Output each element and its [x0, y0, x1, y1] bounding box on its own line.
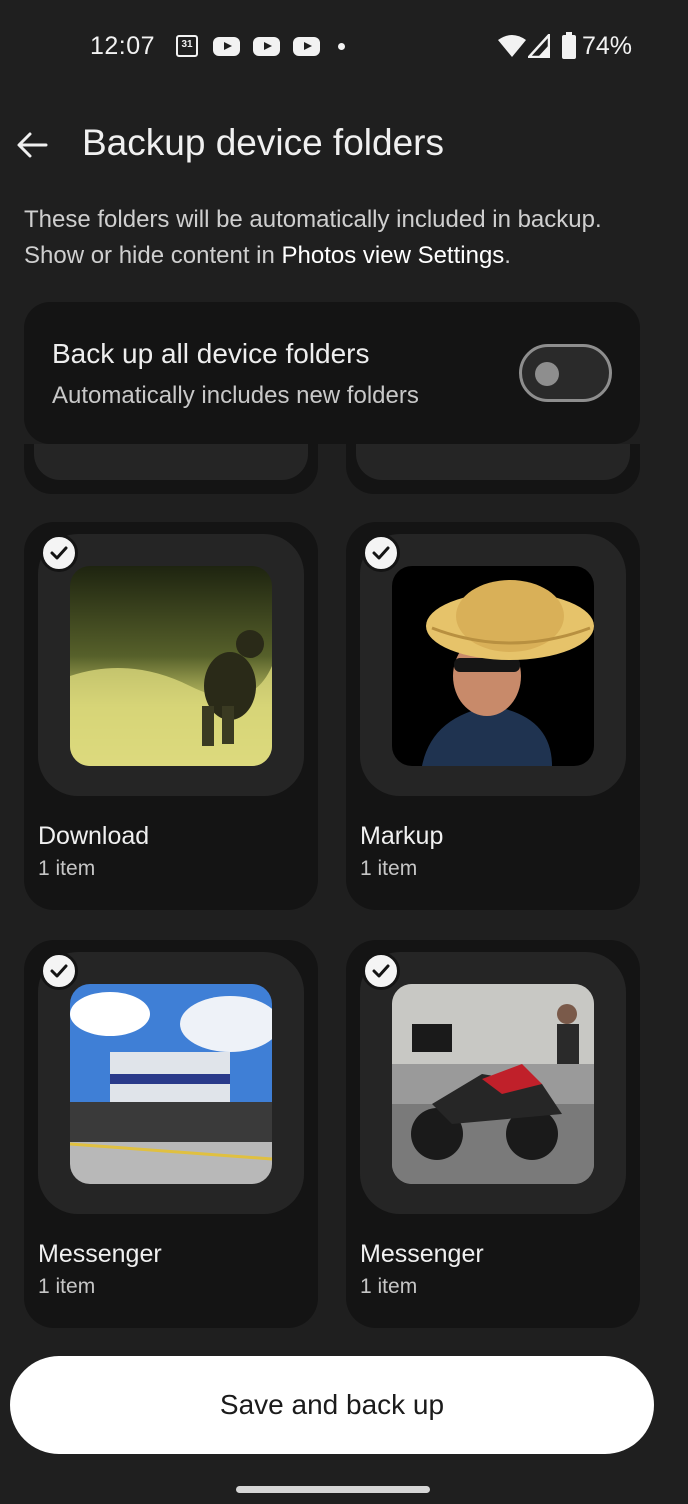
screen: 12:07 31 74% Backup device folders These…	[0, 0, 688, 1504]
thumb-frame-partial	[34, 444, 308, 480]
youtube-icon	[293, 37, 320, 56]
folder-card-markup[interactable]: Markup 1 item	[346, 522, 640, 910]
folder-name: Download	[38, 822, 150, 850]
notification-dot-icon	[338, 43, 345, 50]
folder-card-partial[interactable]	[24, 444, 318, 494]
thumb-frame	[38, 534, 304, 796]
backup-all-toggle[interactable]	[519, 344, 612, 402]
folder-item-count: 1 item	[38, 857, 96, 880]
home-indicator[interactable]	[236, 1486, 430, 1493]
folder-thumbnail	[392, 566, 594, 766]
selected-check-icon[interactable]	[362, 952, 400, 990]
folder-card-download[interactable]: Download 1 item	[24, 522, 318, 910]
backup-all-subtitle: Automatically includes new folders	[52, 382, 419, 409]
youtube-icon	[213, 37, 240, 56]
folder-item-count: 1 item	[360, 857, 418, 880]
battery-percent: 74%	[582, 32, 633, 60]
selected-check-icon[interactable]	[40, 534, 78, 572]
page-title: Backup device folders	[82, 122, 444, 163]
description-prefix: Show or hide content in	[24, 242, 282, 269]
folder-card-partial[interactable]	[346, 444, 640, 494]
wifi-icon	[498, 35, 526, 57]
status-time: 12:07	[90, 32, 156, 60]
folder-name: Messenger	[38, 1240, 162, 1268]
folder-name: Messenger	[360, 1240, 484, 1268]
folder-card-messenger[interactable]: Messenger 1 item	[346, 940, 640, 1328]
thumb-frame	[360, 534, 626, 796]
calendar-icon: 31	[176, 35, 198, 57]
description-text: These folders will be automatically incl…	[24, 202, 664, 274]
signal-icon	[528, 34, 550, 58]
description-suffix: .	[504, 242, 511, 269]
back-arrow-icon[interactable]	[14, 127, 50, 163]
thumb-frame	[38, 952, 304, 1214]
description-line-2: Show or hide content in Photos view Sett…	[24, 238, 664, 274]
folder-name: Markup	[360, 822, 444, 850]
selected-check-icon[interactable]	[40, 952, 78, 990]
folder-item-count: 1 item	[38, 1275, 96, 1298]
backup-all-title: Back up all device folders	[52, 338, 370, 369]
folder-item-count: 1 item	[360, 1275, 418, 1298]
selected-check-icon[interactable]	[362, 534, 400, 572]
backup-all-card[interactable]: Back up all device folders Automatically…	[24, 302, 640, 444]
thumb-frame	[360, 952, 626, 1214]
status-bar: 12:07 31 74%	[0, 22, 688, 70]
battery-icon	[562, 32, 576, 59]
save-and-back-up-button[interactable]: Save and back up	[10, 1356, 654, 1454]
photos-view-settings-link[interactable]: Photos view Settings	[282, 242, 505, 269]
description-line-1: These folders will be automatically incl…	[24, 206, 602, 233]
folder-thumbnail	[70, 566, 272, 766]
thumb-frame-partial	[356, 444, 630, 480]
folder-thumbnail	[70, 984, 272, 1184]
toggle-knob	[535, 362, 559, 386]
youtube-icon	[253, 37, 280, 56]
folder-card-messenger[interactable]: Messenger 1 item	[24, 940, 318, 1328]
folder-thumbnail	[392, 984, 594, 1184]
